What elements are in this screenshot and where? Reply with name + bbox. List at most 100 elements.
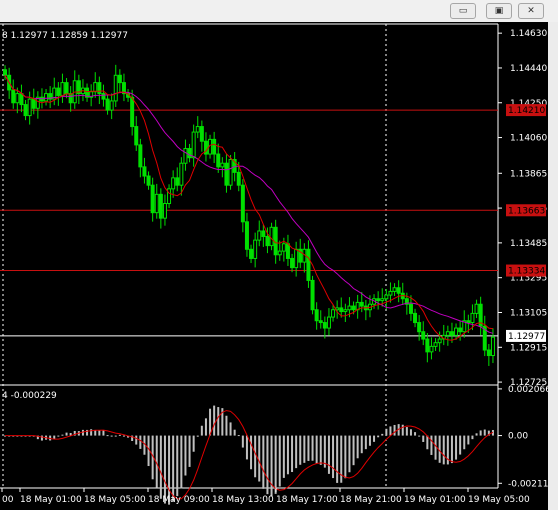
macd-histogram-bar xyxy=(442,435,445,465)
macd-histogram-bar xyxy=(94,430,97,436)
restore-button[interactable]: ▣ xyxy=(486,3,512,19)
candle-body xyxy=(314,309,319,322)
candle-body xyxy=(19,93,24,106)
ohlc-readout: 8 1.12977 1.12859 1.12977 xyxy=(2,31,128,41)
price-tick-label: 1.13865 xyxy=(510,169,547,179)
macd-tick-label: 0.00 xyxy=(508,432,528,442)
macd-histogram-bar xyxy=(196,435,199,437)
candle-body xyxy=(290,257,295,269)
price-tick-label: 1.14060 xyxy=(510,134,547,144)
time-tick-label: 19 May 05:00 xyxy=(468,495,530,505)
fast-moving-average-line xyxy=(4,75,493,341)
candle-body xyxy=(220,162,225,168)
time-tick-label: 18 May 01:00 xyxy=(20,495,82,505)
macd-histogram-bar xyxy=(176,435,179,497)
macd-histogram-bar xyxy=(225,415,228,436)
macd-histogram-bar xyxy=(106,435,109,437)
candle-body xyxy=(318,320,323,324)
candle-body xyxy=(60,82,65,96)
close-button[interactable]: ✕ xyxy=(518,3,544,19)
close-icon: ✕ xyxy=(527,6,535,16)
macd-histogram-bar xyxy=(286,435,289,475)
macd-histogram-bar xyxy=(139,435,142,449)
macd-histogram-bar xyxy=(364,435,367,450)
candle-body xyxy=(44,93,49,102)
candle-body xyxy=(162,203,167,219)
candle-body xyxy=(138,144,143,168)
candle-body xyxy=(183,148,188,164)
macd-histogram-bar xyxy=(245,435,248,460)
macd-histogram-bar xyxy=(258,435,261,482)
macd-histogram-bar xyxy=(352,435,355,466)
macd-histogram-bar xyxy=(348,435,351,473)
candle-body xyxy=(142,166,147,177)
candle-body xyxy=(486,349,491,357)
candle-body xyxy=(11,89,16,104)
candle-body xyxy=(433,342,438,347)
candle-body xyxy=(466,320,471,324)
macd-histogram-bar xyxy=(229,422,232,436)
macd-histogram-bar xyxy=(114,435,117,437)
time-tick-label: 18 May 09:00 xyxy=(148,495,210,505)
macd-histogram-bar xyxy=(184,435,187,476)
candle-body xyxy=(269,226,274,247)
macd-histogram-bar xyxy=(459,435,462,455)
time-tick-label: 18 May 13:00 xyxy=(212,495,274,505)
candle-body xyxy=(474,303,479,314)
macd-histogram-bar xyxy=(262,435,265,489)
macd-histogram-bar xyxy=(299,435,302,465)
macd-histogram-bar xyxy=(377,435,380,438)
macd-histogram-bar xyxy=(159,435,162,499)
macd-histogram-bar xyxy=(163,435,166,504)
candle-body xyxy=(437,338,442,344)
macd-histogram-bar xyxy=(414,432,417,436)
candle-body xyxy=(64,82,69,95)
candle-body xyxy=(56,87,61,96)
candle-body xyxy=(130,96,135,128)
candle-body xyxy=(253,239,258,259)
macd-tick-label: 0.002066 xyxy=(508,385,548,395)
candle-body xyxy=(294,248,299,269)
minimize-button[interactable]: ▭ xyxy=(450,3,476,19)
candle-body xyxy=(179,162,184,186)
candle-body xyxy=(392,287,397,292)
candle-body xyxy=(445,331,450,336)
macd-histogram-bar xyxy=(323,435,326,468)
macd-histogram-bar xyxy=(393,424,396,436)
macd-histogram-bar xyxy=(192,435,195,452)
macd-histogram-bar xyxy=(409,429,412,436)
macd-histogram-bar xyxy=(434,435,437,460)
macd-histogram-bar xyxy=(237,435,240,437)
macd-histogram-bar xyxy=(233,429,236,436)
macd-readout: 4 -0.000229 xyxy=(2,391,57,401)
candle-body xyxy=(3,69,8,76)
macd-histogram-bar xyxy=(180,435,183,489)
macd-histogram-bar xyxy=(172,435,175,502)
candle-body xyxy=(380,298,385,302)
macd-histogram-bar xyxy=(110,435,113,437)
macd-histogram-bar xyxy=(57,435,60,437)
candle-body xyxy=(322,322,327,329)
macd-histogram-bar xyxy=(381,433,384,436)
macd-histogram-bar xyxy=(254,435,257,478)
candle-body xyxy=(351,305,356,311)
candle-body xyxy=(408,303,413,314)
candle-body xyxy=(285,243,290,259)
candle-body xyxy=(199,126,204,142)
candle-body xyxy=(490,336,495,357)
macd-histogram-bar xyxy=(217,407,220,436)
macd-histogram-bar xyxy=(209,408,212,436)
candle-body xyxy=(281,243,286,252)
candle-body xyxy=(31,98,36,109)
macd-histogram-bar xyxy=(274,435,277,494)
candle-body xyxy=(429,345,434,353)
price-chart[interactable]: 8 1.12977 1.12859 1.12977 4 -0.000229 1.… xyxy=(0,22,548,510)
window-edge xyxy=(548,22,558,510)
candle-body xyxy=(273,226,278,256)
candle-body xyxy=(343,309,348,313)
candle-body xyxy=(277,250,282,256)
time-tick-label: 19 May 01:00 xyxy=(404,495,466,505)
level-price-label: 1.13663 xyxy=(508,206,545,216)
candle-body xyxy=(195,126,200,133)
macd-histogram-bar xyxy=(356,435,359,459)
